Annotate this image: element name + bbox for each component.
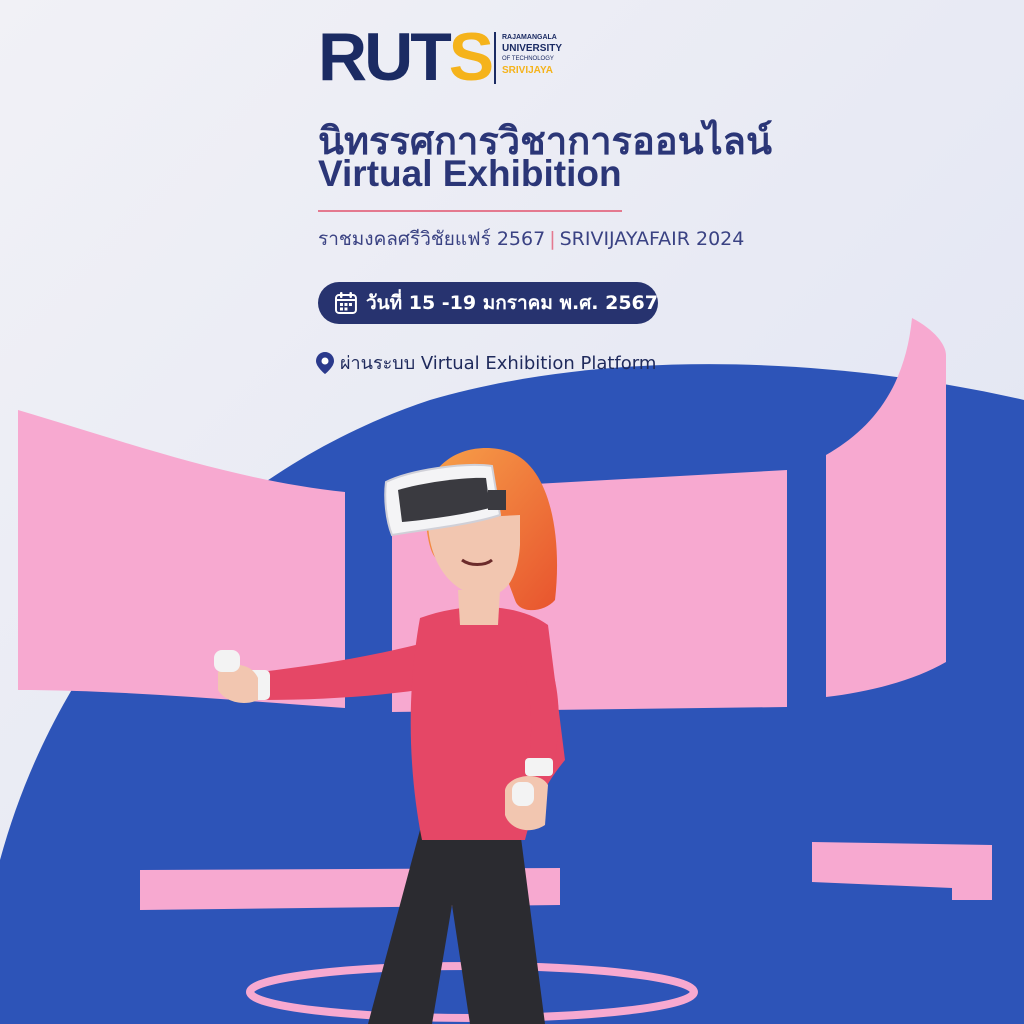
ruts-logo: RUTS <box>318 19 494 95</box>
location-line: ผ่านระบบ Virtual Exhibition Platform <box>316 348 656 377</box>
university-line-4: SRIVIJAYA <box>502 65 553 76</box>
date-badge: วันที่ 15 -19 มกราคม พ.ศ. 2567 <box>318 282 658 324</box>
calendar-icon <box>334 292 357 314</box>
event-subtitle: ราชมงคลศรีวิชัยแฟร์ 2567 | SRIVIJAYAFAIR 2… <box>318 224 744 254</box>
subtitle-thai: ราชมงคลศรีวิชัยแฟร์ 2567 <box>318 228 546 250</box>
subtitle-separator: | <box>549 228 556 250</box>
university-line-2: UNIVERSITY <box>502 43 563 54</box>
logo-wordmark-accent: S <box>448 19 494 95</box>
location-pin-icon <box>316 351 334 374</box>
title-divider <box>318 210 622 212</box>
title-english: Virtual Exhibition <box>318 153 622 194</box>
date-text: วันที่ 15 -19 มกราคม พ.ศ. 2567 <box>365 292 658 314</box>
location-text: ผ่านระบบ Virtual Exhibition Platform <box>340 353 657 374</box>
logo-wordmark: RUT <box>318 19 452 95</box>
logo-divider <box>494 32 496 84</box>
university-line-1: RAJAMANGALA <box>502 34 557 41</box>
university-name: RAJAMANGALA UNIVERSITY OF TECHNOLOGY SRI… <box>502 32 562 76</box>
subtitle-english: SRIVIJAYAFAIR 2024 <box>559 228 745 250</box>
university-line-3: OF TECHNOLOGY <box>502 56 554 62</box>
